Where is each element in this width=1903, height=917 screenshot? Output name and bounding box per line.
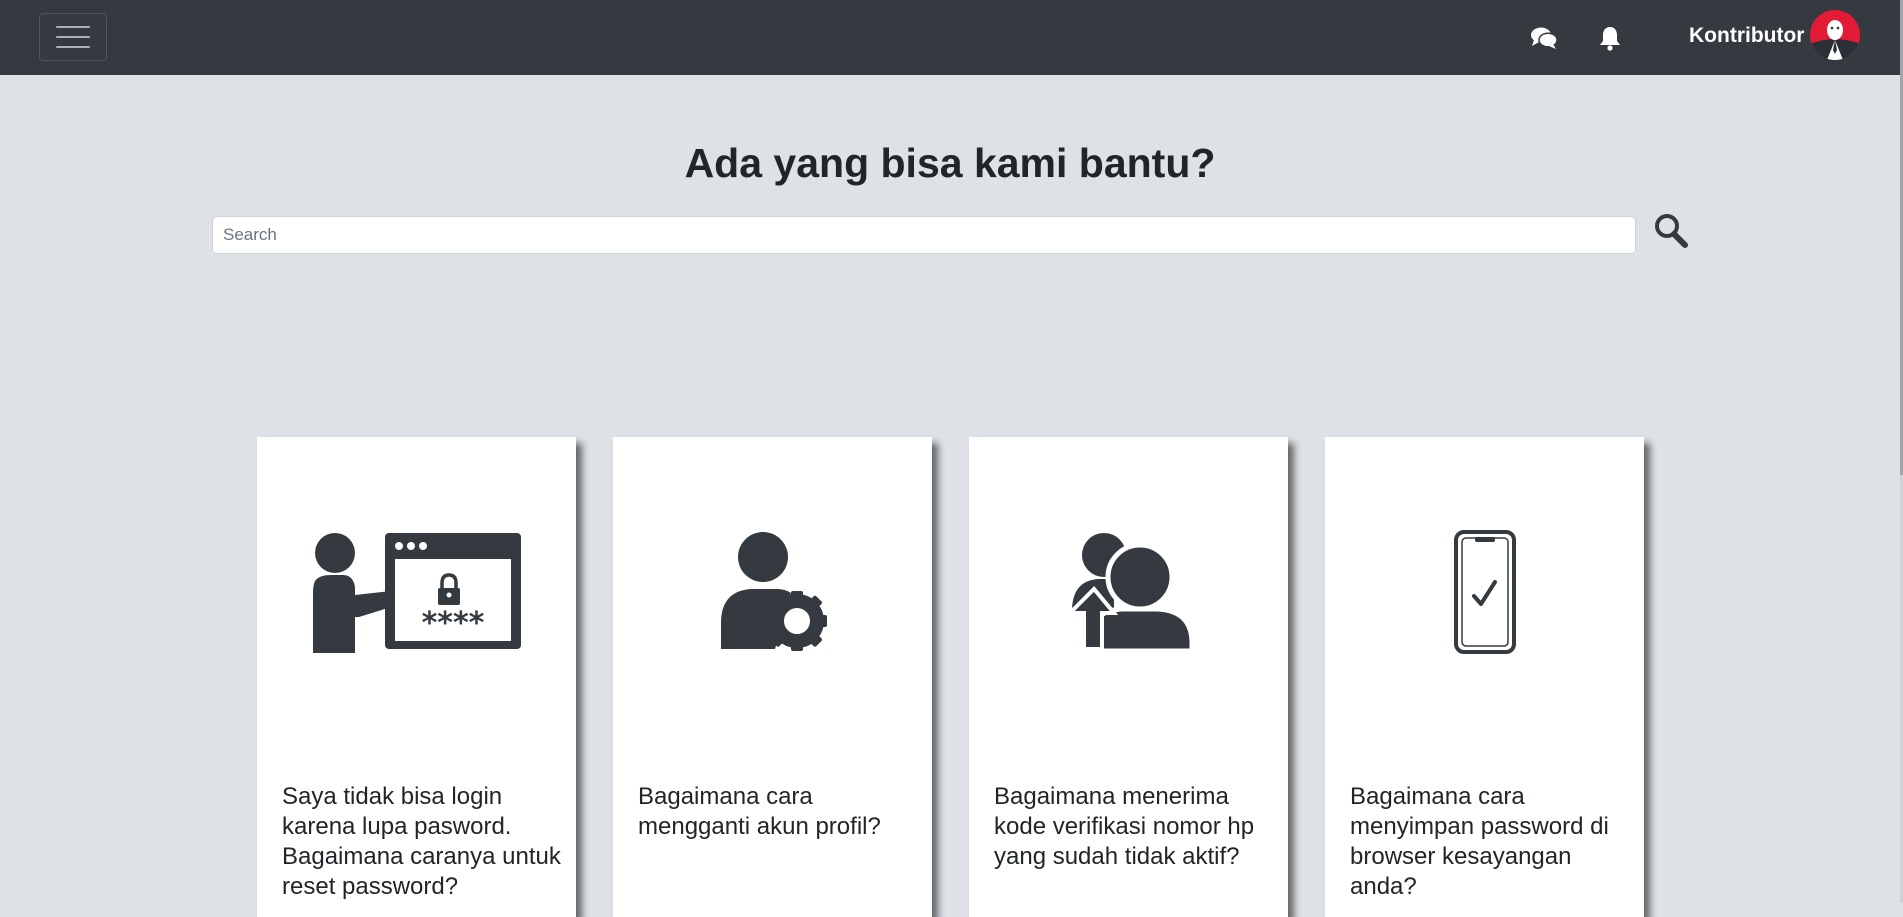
avatar[interactable] [1810, 10, 1860, 60]
card-question: Saya tidak bisa login karena lupa paswor… [282, 783, 561, 900]
svg-text:****: **** [421, 606, 484, 641]
chat-bubbles-icon[interactable] [1530, 25, 1558, 51]
card-question: Bagaimana cara mengganti akun profil? [638, 783, 881, 840]
top-navbar: Kontributor [0, 0, 1903, 75]
help-card-save-password[interactable]: Bagaimana cara menyimpan password di bro… [1325, 437, 1644, 917]
hamburger-icon[interactable] [39, 13, 107, 61]
bell-icon[interactable] [1596, 25, 1624, 51]
user-name[interactable]: Kontributor [1689, 24, 1804, 48]
help-card-password-reset[interactable]: **** Saya tidak bisa login karena lupa p… [257, 437, 576, 917]
password-reset-icon: **** [312, 533, 521, 653]
card-question: Bagaimana cara menyimpan password di bro… [1350, 783, 1609, 900]
card-question: Bagaimana menerima kode verifikasi nomor… [994, 783, 1255, 870]
user-settings-icon [720, 532, 827, 651]
search-input[interactable] [212, 216, 1636, 254]
page-title: Ada yang bisa kami bantu? [684, 140, 1216, 186]
search-icon[interactable] [1654, 213, 1688, 249]
help-card-verification-code[interactable]: Bagaimana menerima kode verifikasi nomor… [969, 437, 1288, 917]
help-card-change-profile[interactable]: Bagaimana cara mengganti akun profil? [613, 437, 932, 917]
user-switch-icon [1064, 533, 1194, 653]
phone-check-icon [1453, 530, 1516, 654]
